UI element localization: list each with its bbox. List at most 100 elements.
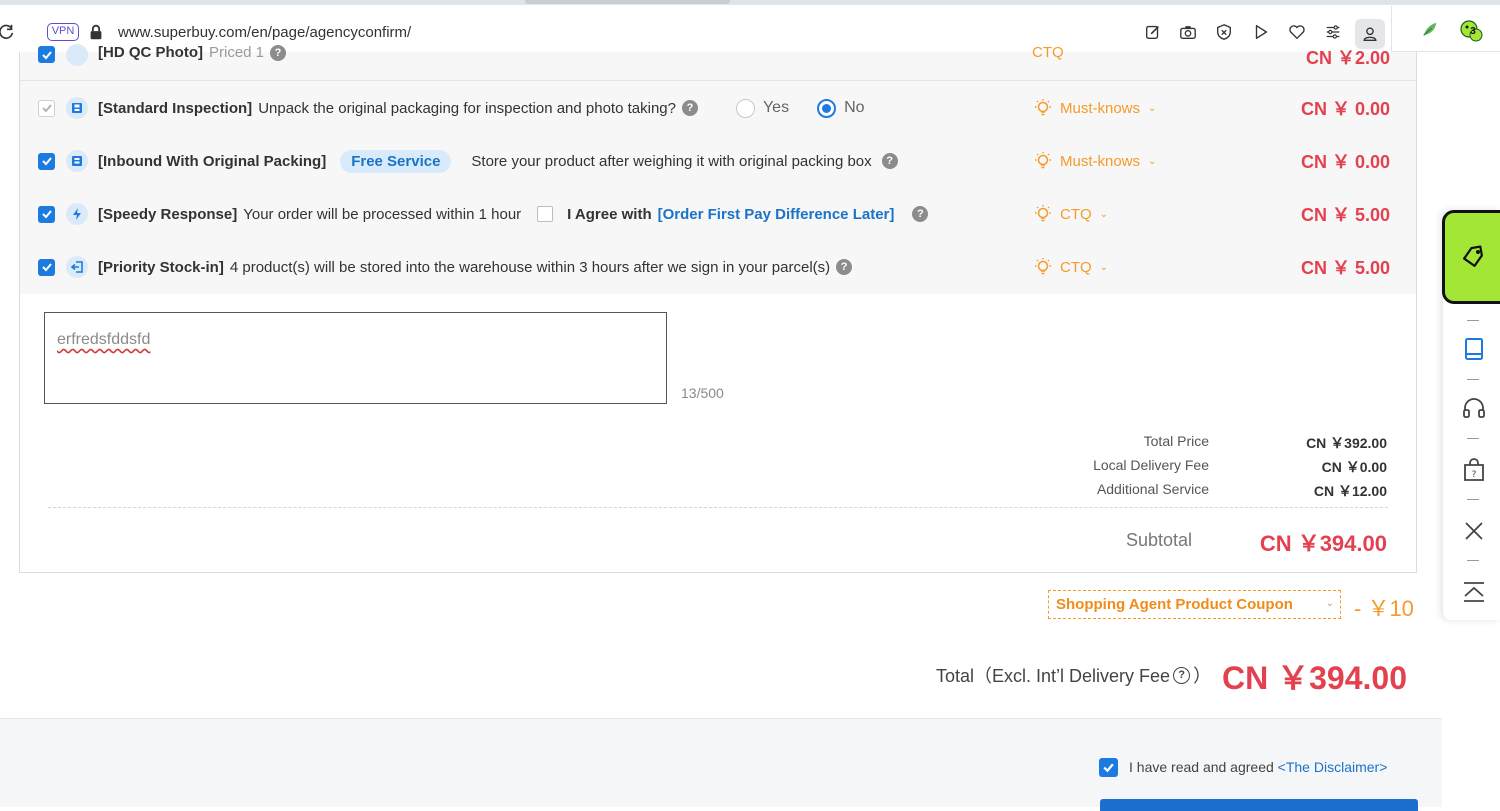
- agree-checkbox[interactable]: [537, 206, 554, 222]
- disclaimer-link[interactable]: <The Disclaimer>: [1278, 759, 1388, 775]
- extension-badge: 3: [1470, 26, 1476, 37]
- chevron-down-icon: ⌄: [1099, 208, 1109, 220]
- radio-label: No: [844, 99, 865, 116]
- toolbar-divider: [1467, 560, 1479, 561]
- chevron-down-icon: ⌄: [1148, 155, 1157, 167]
- ctq-link[interactable]: CTQ: [1032, 44, 1064, 61]
- stock-in-icon: [66, 256, 88, 278]
- service-price: CN ￥2.00: [1305, 48, 1390, 68]
- help-icon[interactable]: ?: [836, 259, 853, 275]
- radio-yes[interactable]: Yes: [735, 98, 790, 118]
- service-checkbox[interactable]: [38, 152, 55, 170]
- additional-service-value: CN ￥12.00: [1313, 483, 1387, 499]
- service-title: [Speedy Response]: [98, 205, 238, 223]
- subtotal-value: CN ￥394.00: [1259, 531, 1387, 556]
- disclaimer-text: I have read and agreed <The Disclaimer>: [1129, 759, 1387, 775]
- lightbulb-icon: [1035, 152, 1051, 169]
- remark-textarea[interactable]: erfredsfddsfd: [44, 312, 667, 404]
- help-icon[interactable]: ?: [270, 44, 287, 61]
- service-title: [HD QC Photo]: [98, 44, 203, 61]
- vpn-badge[interactable]: VPN: [47, 23, 79, 41]
- ctq-link[interactable]: CTQ ⌄: [1032, 256, 1108, 278]
- local-delivery-label: Local Delivery Fee: [1093, 457, 1209, 473]
- bag-icon[interactable]: ?: [1459, 455, 1489, 485]
- additional-service-label: Additional Service: [1096, 481, 1209, 497]
- remark-text: erfredsfddsfd: [57, 331, 151, 348]
- hd-photo-icon: [66, 44, 88, 66]
- summary-divider: [48, 507, 1388, 508]
- help-circle-icon[interactable]: ?: [1173, 666, 1191, 684]
- tag-icon[interactable]: [1442, 210, 1500, 304]
- service-title: [Standard Inspection]: [98, 99, 253, 117]
- service-row-standard-inspection: [Standard Inspection] Unpack the origina…: [20, 82, 1416, 134]
- service-price: CN ￥ 0.00: [1300, 99, 1390, 119]
- coupon-discount: - ￥10: [1354, 596, 1414, 621]
- radio-circle-selected[interactable]: [817, 98, 837, 118]
- toolbar-divider: [1467, 499, 1479, 500]
- coupon-select[interactable]: Shopping Agent Product Coupon ⌄: [1048, 590, 1341, 619]
- grand-total-value: CN ￥394.00: [1222, 660, 1407, 696]
- lightbulb-icon: [1035, 99, 1051, 116]
- order-first-pay-link[interactable]: [Order First Pay Difference Later]: [658, 206, 895, 223]
- toolbar-divider: [1467, 438, 1479, 439]
- service-desc: Store your product after weighing it wit…: [471, 152, 872, 170]
- tip-label: Must-knows: [1060, 99, 1141, 117]
- service-desc: 4 product(s) will be stored into the war…: [229, 258, 831, 276]
- must-knows-link[interactable]: Must-knows ⌄: [1032, 150, 1156, 172]
- service-desc: Your order will be processed within 1 ho…: [243, 205, 522, 223]
- tablet-icon[interactable]: [1459, 334, 1489, 364]
- close-icon[interactable]: [1459, 516, 1489, 546]
- service-row-speedy-response: [Speedy Response] Your order will be pro…: [20, 188, 1416, 240]
- lightbulb-icon: [1035, 258, 1051, 275]
- service-checkbox[interactable]: [38, 258, 55, 276]
- lightning-icon: [66, 203, 88, 225]
- radio-circle[interactable]: [735, 98, 755, 118]
- help-icon[interactable]: ?: [681, 100, 698, 116]
- service-checkbox[interactable]: [38, 46, 55, 63]
- coupon-label: Shopping Agent Product Coupon: [1056, 596, 1293, 613]
- disclaimer-label: I have read and agreed: [1129, 759, 1274, 775]
- free-service-badge: Free Service: [340, 149, 452, 173]
- submit-order-button[interactable]: [1100, 799, 1418, 811]
- chevron-down-icon: ⌄: [1325, 598, 1334, 609]
- grand-total-text: Total（Excl. Int’l Delivery Fee: [936, 666, 1171, 686]
- svg-text:?: ?: [1472, 470, 1477, 480]
- radio-no[interactable]: No: [817, 98, 865, 118]
- tip-label: CTQ: [1060, 205, 1092, 223]
- service-price: CN ￥ 0.00: [1300, 152, 1390, 172]
- grand-total-paren: ）: [1193, 666, 1212, 686]
- service-row-partial: [HD QC Photo] Priced 1? CTQ CN ￥2.00: [20, 40, 1416, 70]
- url-text[interactable]: www.superbuy.com/en/page/agencyconfirm/: [118, 24, 411, 41]
- lightbulb-icon: [1035, 205, 1051, 222]
- reload-icon[interactable]: [0, 21, 18, 43]
- service-checkbox-disabled: [38, 99, 55, 117]
- row-divider: [20, 80, 1416, 81]
- char-counter: 13/500: [681, 385, 724, 401]
- back-to-top-icon[interactable]: [1459, 577, 1489, 607]
- subtotal-label: Subtotal: [1125, 530, 1192, 550]
- must-knows-link[interactable]: Must-knows ⌄: [1032, 97, 1156, 119]
- ctq-link[interactable]: CTQ ⌄: [1032, 203, 1108, 225]
- tip-label: Must-knows: [1060, 152, 1141, 170]
- inspection-icon: [66, 97, 88, 119]
- disclaimer-checkbox[interactable]: [1099, 758, 1118, 777]
- service-row-inbound-original-packing: [Inbound With Original Packing] Free Ser…: [20, 135, 1416, 187]
- tip-label: CTQ: [1032, 44, 1064, 61]
- service-price: CN ￥ 5.00: [1300, 205, 1390, 225]
- service-title: [Priority Stock-in]: [98, 258, 224, 276]
- leaf-extension-icon[interactable]: [1419, 18, 1441, 40]
- help-icon[interactable]: ?: [881, 153, 898, 169]
- service-checkbox[interactable]: [38, 205, 55, 223]
- service-extra: Priced 1: [208, 44, 265, 61]
- grand-total-label: Total（Excl. Int’l Delivery Fee ? ）: [936, 662, 1211, 688]
- active-tab-edge[interactable]: [525, 0, 730, 4]
- headset-icon[interactable]: [1459, 394, 1489, 424]
- tip-label: CTQ: [1060, 258, 1092, 276]
- chevron-down-icon: ⌄: [1099, 261, 1109, 273]
- service-row-priority-stock-in: [Priority Stock-in] 4 product(s) will be…: [20, 241, 1416, 293]
- agree-label: I Agree with: [567, 205, 652, 223]
- chevron-down-icon: ⌄: [1148, 102, 1157, 114]
- help-icon[interactable]: ?: [912, 206, 929, 222]
- radio-label: Yes: [762, 99, 790, 116]
- service-desc: Unpack the original packaging for inspec…: [258, 99, 676, 117]
